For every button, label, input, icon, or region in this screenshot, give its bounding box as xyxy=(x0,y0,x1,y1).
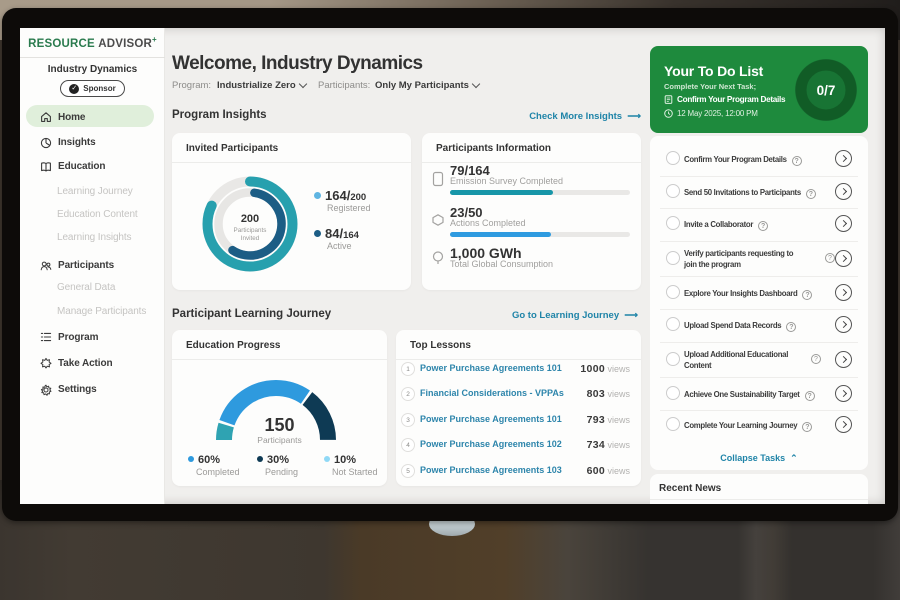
svg-text:200: 200 xyxy=(241,213,259,225)
svg-text:Invited: Invited xyxy=(241,235,260,242)
svg-text:0/7: 0/7 xyxy=(817,83,836,98)
svg-text:Participants: Participants xyxy=(234,227,267,234)
